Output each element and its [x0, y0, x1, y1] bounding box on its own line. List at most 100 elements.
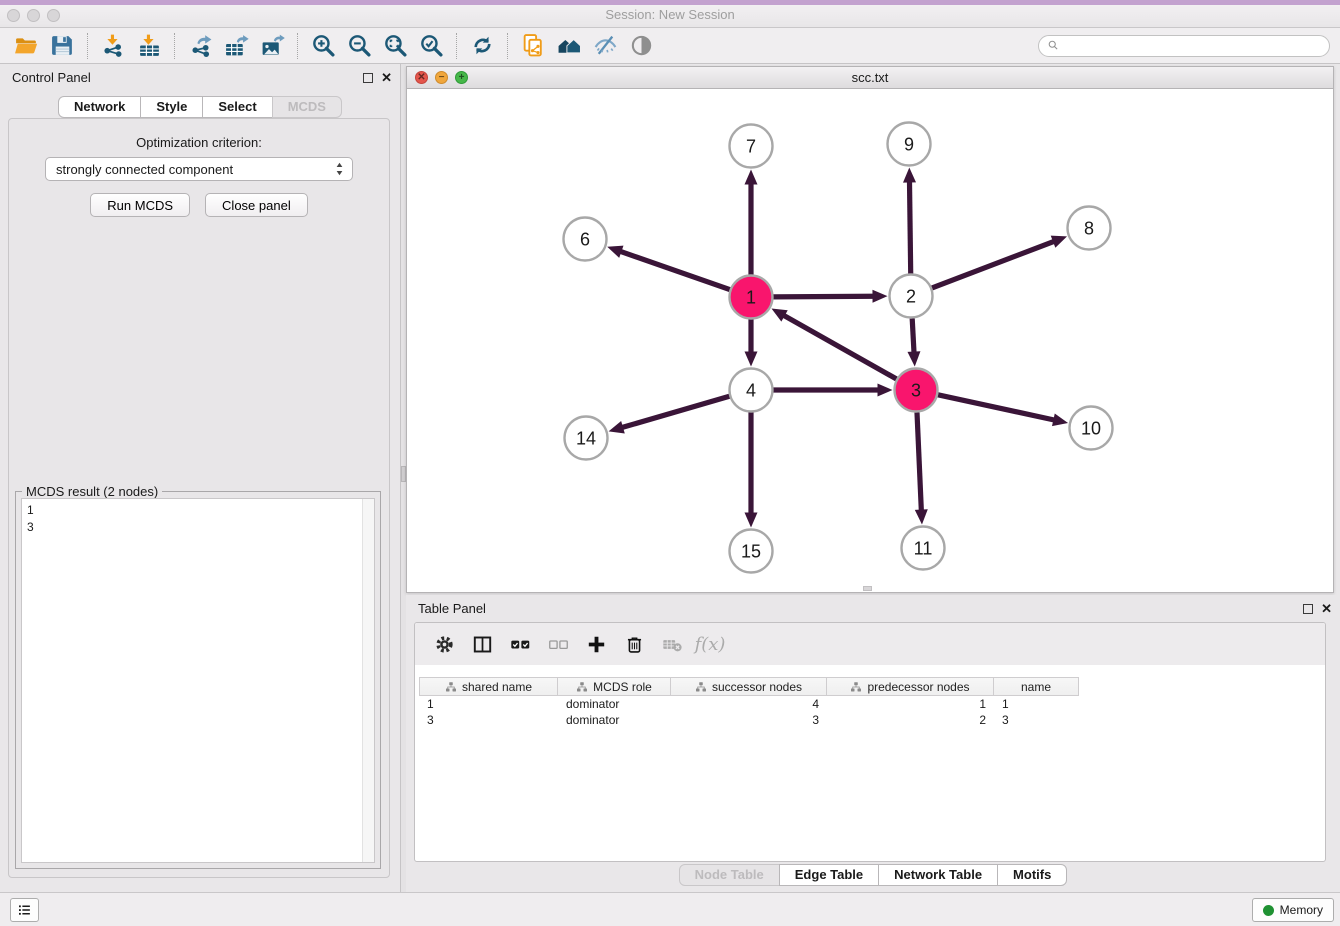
graph-node-4[interactable]: 4 [730, 369, 773, 412]
column-header-name[interactable]: name [994, 677, 1079, 696]
canvas-scroll-grip[interactable] [863, 586, 872, 591]
column-header-successor-nodes[interactable]: successor nodes [671, 677, 827, 696]
mcds-result-list: 13 [21, 498, 375, 863]
network-graph[interactable]: 1 2 3 4 6 7 8 9 10 11 14 15 [407, 89, 1333, 592]
table-cell[interactable]: 2 [827, 712, 994, 728]
table-cell[interactable]: 3 [671, 712, 827, 728]
control-panel-header: Control Panel ✕ [0, 64, 400, 92]
tab-select[interactable]: Select [202, 96, 272, 118]
function-builder-button: f(x) [695, 629, 725, 659]
tab-node-table[interactable]: Node Table [679, 864, 780, 886]
application-window: Session: New Session Control Panel ✕ Net… [0, 0, 1340, 926]
graph-node-15[interactable]: 15 [730, 530, 773, 573]
run-mcds-button[interactable]: Run MCDS [90, 193, 190, 217]
result-scrollbar[interactable] [362, 499, 374, 862]
graph-node-6[interactable]: 6 [564, 218, 607, 261]
table-cell[interactable]: 3 [419, 712, 558, 728]
export-table-button[interactable] [218, 31, 254, 61]
graph-edge-1-6[interactable] [607, 246, 730, 290]
node-label: 6 [580, 230, 590, 250]
graph-edge-2-3[interactable] [907, 318, 920, 366]
tab-network[interactable]: Network [58, 96, 141, 118]
graph-edge-1-2[interactable] [773, 290, 887, 303]
table-cell[interactable]: 4 [671, 696, 827, 712]
tab-motifs[interactable]: Motifs [997, 864, 1067, 886]
graph-edge-1-7[interactable] [745, 170, 758, 275]
graph-edge-4-3[interactable] [774, 384, 893, 397]
refresh-button[interactable] [464, 31, 500, 61]
table-cell[interactable]: 1 [419, 696, 558, 712]
table-float-panel-icon[interactable] [1303, 604, 1313, 614]
save-session-button[interactable] [44, 31, 80, 61]
criterion-select[interactable]: strongly connected component [45, 157, 353, 181]
tab-edge-table[interactable]: Edge Table [779, 864, 879, 886]
table-row[interactable]: 3dominator323 [419, 712, 1321, 728]
graph-edge-3-1[interactable] [771, 309, 896, 379]
export-network-icon [188, 33, 213, 58]
graph-edge-4-14[interactable] [609, 396, 730, 433]
column-header-predecessor-nodes[interactable]: predecessor nodes [827, 677, 994, 696]
hide-graphics-details-button[interactable] [587, 31, 623, 61]
zoom-fit-button[interactable] [377, 31, 413, 61]
graph-node-7[interactable]: 7 [730, 125, 773, 168]
export-network-button[interactable] [182, 31, 218, 61]
table-cell[interactable]: 3 [994, 712, 1079, 728]
export-image-button[interactable] [254, 31, 290, 61]
close-panel-icon[interactable]: ✕ [381, 73, 392, 83]
zoom-out-button[interactable] [341, 31, 377, 61]
memory-button[interactable]: Memory [1252, 898, 1334, 922]
tab-style[interactable]: Style [140, 96, 203, 118]
tab-mcds[interactable]: MCDS [272, 96, 342, 118]
zoom-selected-button[interactable] [413, 31, 449, 61]
column-header-shared-name[interactable]: shared name [419, 677, 558, 696]
deselect-all-icon [548, 634, 569, 655]
zoom-in-button[interactable] [305, 31, 341, 61]
graph-edge-2-8[interactable] [932, 236, 1067, 288]
graph-node-3[interactable]: 3 [895, 369, 938, 412]
graph-edge-3-10[interactable] [938, 395, 1068, 426]
network-canvas[interactable]: 1 2 3 4 6 7 8 9 10 11 14 15 [407, 89, 1333, 592]
graph-edge-3-11[interactable] [915, 412, 928, 524]
float-panel-icon[interactable] [363, 73, 373, 83]
graph-edge-2-9[interactable] [903, 167, 916, 273]
graph-node-14[interactable]: 14 [565, 417, 608, 460]
mcds-result-group: MCDS result (2 nodes) 13 [15, 491, 381, 869]
table-cell[interactable]: 1 [994, 696, 1079, 712]
open-session-button[interactable] [8, 31, 44, 61]
close-panel-button[interactable]: Close panel [205, 193, 308, 217]
table-mode-button[interactable] [429, 629, 459, 659]
table-close-panel-icon[interactable]: ✕ [1321, 604, 1332, 614]
tab-network-table[interactable]: Network Table [878, 864, 998, 886]
table-cell[interactable]: dominator [558, 696, 671, 712]
task-history-button[interactable] [10, 898, 39, 922]
graph-edge-1-4[interactable] [745, 320, 758, 367]
table-cell[interactable]: 1 [827, 696, 994, 712]
network-view-window: ✕ − + scc.txt 1 2 3 4 6 7 8 9 10 11 14 15 [406, 66, 1334, 593]
network-window-titlebar[interactable]: ✕ − + scc.txt [407, 67, 1333, 89]
show-columns-button[interactable] [467, 629, 497, 659]
graph-node-1[interactable]: 1 [730, 276, 773, 319]
home-overview-button[interactable] [551, 31, 587, 61]
control-panel: Control Panel ✕ NetworkStyleSelectMCDS O… [0, 64, 400, 892]
create-column-button[interactable] [581, 629, 611, 659]
mcds-result-item: 1 [27, 502, 357, 519]
export-image-icon [260, 33, 285, 58]
duplicate-network-button[interactable] [515, 31, 551, 61]
graph-edge-4-15[interactable] [745, 413, 758, 528]
titlebar-accent [0, 0, 1340, 5]
graph-node-8[interactable]: 8 [1068, 207, 1111, 250]
show-graphics-details-button[interactable] [623, 31, 659, 61]
graph-node-11[interactable]: 11 [902, 527, 945, 570]
column-header-mcds-role[interactable]: MCDS role [558, 677, 671, 696]
import-table-button[interactable] [131, 31, 167, 61]
graph-node-10[interactable]: 10 [1070, 407, 1113, 450]
graph-node-9[interactable]: 9 [888, 123, 931, 166]
deselect-all-button[interactable] [543, 629, 573, 659]
import-network-button[interactable] [95, 31, 131, 61]
graph-node-2[interactable]: 2 [890, 275, 933, 318]
delete-columns-button[interactable] [619, 629, 649, 659]
select-all-button[interactable] [505, 629, 535, 659]
table-row[interactable]: 1dominator411 [419, 696, 1321, 712]
table-cell[interactable]: dominator [558, 712, 671, 728]
search-input[interactable] [1066, 38, 1321, 54]
